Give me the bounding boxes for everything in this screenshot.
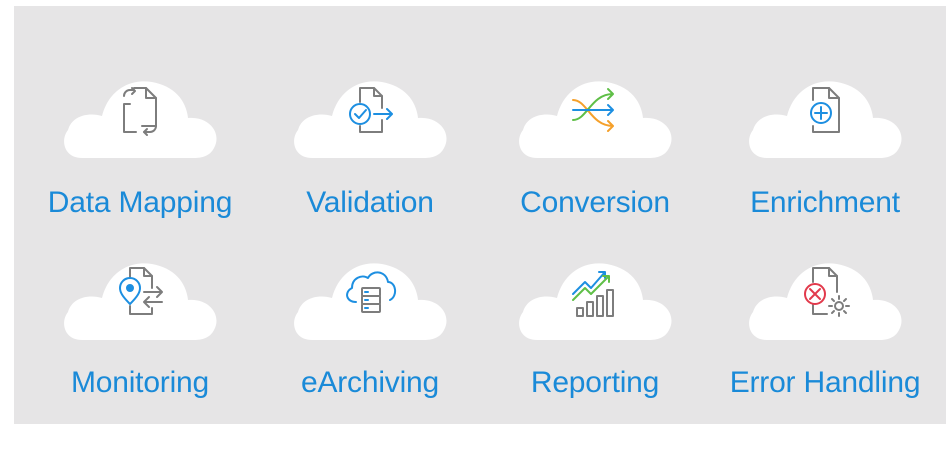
feature-label: Enrichment xyxy=(750,186,900,219)
feature-label: Data Mapping xyxy=(47,186,233,219)
document-swap-icon xyxy=(123,87,157,136)
feature-label: Error Handling xyxy=(729,366,921,399)
document-error-gear-icon xyxy=(804,267,850,317)
cloud-server-icon xyxy=(346,271,396,313)
document-check-icon xyxy=(349,87,393,133)
document-location-icon xyxy=(119,267,163,315)
bar-chart-trend-icon xyxy=(572,271,614,317)
document-add-icon xyxy=(810,87,840,133)
feature-label: Validation xyxy=(306,186,434,219)
feature-label: Monitoring xyxy=(70,366,210,399)
feature-label: Reporting xyxy=(530,366,660,399)
feature-label: eArchiving xyxy=(300,366,440,399)
feature-label: Conversion xyxy=(520,186,670,219)
shuffle-arrows-icon xyxy=(572,88,614,132)
